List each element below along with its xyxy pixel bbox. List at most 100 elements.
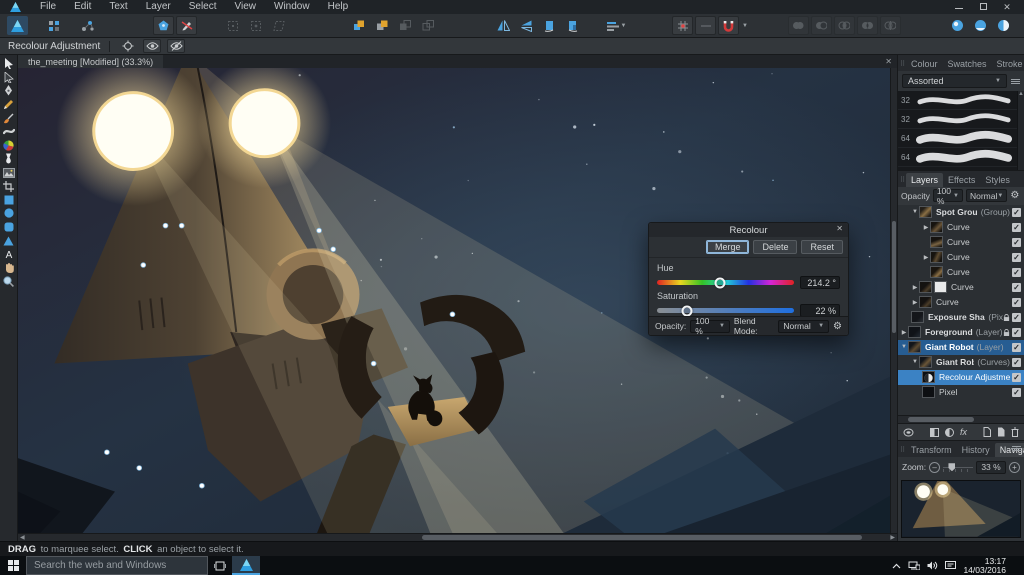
collapse-icon[interactable]: ▶ bbox=[911, 299, 919, 306]
layers-opacity-dropdown[interactable]: 100 %▼ bbox=[933, 189, 963, 202]
layer-visibility-checkbox[interactable]: ✓ bbox=[1012, 343, 1021, 352]
insert-behind-icon[interactable] bbox=[993, 16, 1014, 35]
layers-blend-dropdown[interactable]: Normal▼ bbox=[966, 189, 1007, 202]
expand-icon[interactable]: ▼ bbox=[911, 209, 919, 215]
saturation-slider-handle[interactable] bbox=[682, 305, 693, 316]
new-pixel-layer-icon[interactable] bbox=[997, 427, 1005, 437]
tab-layers[interactable]: Layers bbox=[906, 173, 943, 187]
brush-item[interactable]: 32 bbox=[898, 91, 1024, 110]
zoom-out-icon[interactable]: – bbox=[929, 462, 940, 473]
merge-button[interactable]: Merge bbox=[706, 240, 750, 254]
layer-thumbnail[interactable] bbox=[908, 341, 921, 353]
edit-mode-icon[interactable] bbox=[176, 16, 197, 35]
close-icon[interactable]: ✕ bbox=[1002, 2, 1012, 12]
menu-layer[interactable]: Layer bbox=[137, 0, 180, 14]
horizontal-scrollbar-thumb[interactable] bbox=[422, 535, 862, 540]
reset-button[interactable]: Reset bbox=[801, 240, 843, 254]
colour-picker-tool-icon[interactable] bbox=[0, 139, 18, 153]
move-backward-icon[interactable] bbox=[394, 16, 415, 35]
panel-menu-icon[interactable] bbox=[1011, 78, 1020, 85]
boolean-add-icon[interactable] bbox=[788, 16, 809, 35]
flip-vertical-icon[interactable] bbox=[516, 16, 537, 35]
layer-thumbnail[interactable] bbox=[919, 206, 932, 218]
start-button[interactable] bbox=[0, 556, 26, 575]
layer-mask-thumbnail[interactable] bbox=[934, 281, 947, 293]
tab-stroke[interactable]: Stroke bbox=[992, 57, 1024, 71]
layer-thumbnail[interactable] bbox=[930, 266, 943, 278]
snap-candidate-icon[interactable] bbox=[695, 16, 716, 35]
saturation-slider[interactable] bbox=[657, 308, 794, 313]
tray-expand-icon[interactable] bbox=[892, 563, 901, 569]
move-to-back-icon[interactable] bbox=[417, 16, 438, 35]
tab-effects[interactable]: Effects bbox=[943, 173, 980, 187]
blend-mode-dropdown[interactable]: Normal▼ bbox=[778, 320, 829, 333]
snapping-caret-icon[interactable]: ▼ bbox=[742, 23, 748, 29]
tab-colour[interactable]: Colour bbox=[906, 57, 943, 71]
layer-row[interactable]: Exposure Shadow(Pix✓ bbox=[898, 310, 1024, 325]
flip-horizontal-icon[interactable] bbox=[493, 16, 514, 35]
hue-slider[interactable] bbox=[657, 280, 794, 285]
tab-swatches[interactable]: Swatches bbox=[943, 57, 992, 71]
snapping-magnet-icon[interactable] bbox=[718, 16, 739, 35]
brush-item[interactable]: 32 bbox=[898, 110, 1024, 129]
layer-row[interactable]: ▶Curve✓ bbox=[898, 295, 1024, 310]
snap-grid-icon[interactable] bbox=[672, 16, 693, 35]
expand-icon[interactable]: ▼ bbox=[900, 344, 908, 350]
move-forward-icon[interactable] bbox=[371, 16, 392, 35]
collapse-icon[interactable]: ▶ bbox=[922, 254, 930, 261]
layer-row[interactable]: ▼Spot Group(Group)✓ bbox=[898, 205, 1024, 220]
brush-category-dropdown[interactable]: Assorted ▼ bbox=[902, 74, 1007, 88]
layer-thumbnail[interactable] bbox=[919, 296, 932, 308]
layer-visibility-checkbox[interactable]: ✓ bbox=[1012, 388, 1021, 397]
layer-visibility-checkbox[interactable]: ✓ bbox=[1012, 358, 1021, 367]
panel-grip-icon[interactable]: ⠿ bbox=[900, 60, 905, 68]
brush-item[interactable]: 64 bbox=[898, 148, 1024, 167]
panel-grip-icon[interactable]: ⠿ bbox=[900, 176, 905, 184]
shear-box-icon[interactable] bbox=[268, 16, 289, 35]
mask-layer-icon[interactable] bbox=[930, 428, 939, 437]
taskbar-search[interactable]: Search the web and Windows bbox=[26, 556, 208, 575]
boolean-intersect-icon[interactable] bbox=[834, 16, 855, 35]
taskbar-clock[interactable]: 13:17 14/03/2016 bbox=[963, 557, 1009, 575]
layer-visibility-checkbox[interactable]: ✓ bbox=[1012, 313, 1021, 322]
vertical-scrollbar[interactable] bbox=[890, 68, 897, 533]
layer-row[interactable]: Pixel✓ bbox=[898, 385, 1024, 400]
crop-tool-icon[interactable] bbox=[0, 179, 18, 193]
insert-on-top-icon[interactable] bbox=[970, 16, 991, 35]
place-image-tool-icon[interactable] bbox=[0, 166, 18, 180]
triangle-tool-icon[interactable] bbox=[0, 234, 18, 248]
network-icon[interactable] bbox=[908, 561, 920, 570]
menu-help[interactable]: Help bbox=[319, 0, 358, 14]
layer-thumbnail[interactable] bbox=[919, 356, 932, 368]
fill-tool-icon[interactable] bbox=[0, 152, 18, 166]
layer-visibility-checkbox[interactable]: ✓ bbox=[1012, 253, 1021, 262]
pixel-persona-icon[interactable] bbox=[43, 16, 64, 35]
brush-list-scrollbar[interactable]: ▲ bbox=[1017, 91, 1024, 170]
volume-icon[interactable] bbox=[927, 561, 938, 570]
collapse-icon[interactable]: ▶ bbox=[900, 329, 908, 336]
layer-visibility-checkbox[interactable]: ✓ bbox=[1012, 298, 1021, 307]
rectangle-tool-icon[interactable] bbox=[0, 193, 18, 207]
hue-slider-handle[interactable] bbox=[715, 277, 726, 288]
layer-row[interactable]: Curve✓ bbox=[898, 235, 1024, 250]
layer-row[interactable]: ▶Curve✓ bbox=[898, 220, 1024, 235]
zoom-in-icon[interactable]: + bbox=[1009, 462, 1020, 473]
vector-brush-tool-icon[interactable] bbox=[0, 125, 18, 139]
dialog-header[interactable]: Recolour ✕ bbox=[649, 223, 848, 237]
collapse-icon[interactable]: ▶ bbox=[922, 224, 930, 231]
horizontal-scrollbar[interactable]: ◀ ▶ bbox=[18, 533, 897, 541]
tab-history[interactable]: History bbox=[957, 443, 995, 457]
move-to-front-icon[interactable] bbox=[348, 16, 369, 35]
scroll-right-icon[interactable]: ▶ bbox=[890, 534, 895, 542]
node-tool-icon[interactable] bbox=[0, 71, 18, 85]
delete-layer-icon[interactable] bbox=[1011, 427, 1019, 437]
hue-value[interactable]: 214.2 ° bbox=[800, 276, 840, 289]
dialog-close-icon[interactable]: ✕ bbox=[836, 224, 843, 233]
layer-thumbnail[interactable] bbox=[911, 311, 924, 323]
scroll-left-icon[interactable]: ◀ bbox=[20, 534, 25, 542]
layer-row[interactable]: ▶Curve✓ bbox=[898, 280, 1024, 295]
adjustment-layer-icon[interactable] bbox=[945, 428, 954, 437]
task-view-button[interactable] bbox=[208, 556, 232, 575]
layer-visibility-checkbox[interactable]: ✓ bbox=[1012, 328, 1021, 337]
move-tool-icon[interactable] bbox=[0, 57, 18, 71]
